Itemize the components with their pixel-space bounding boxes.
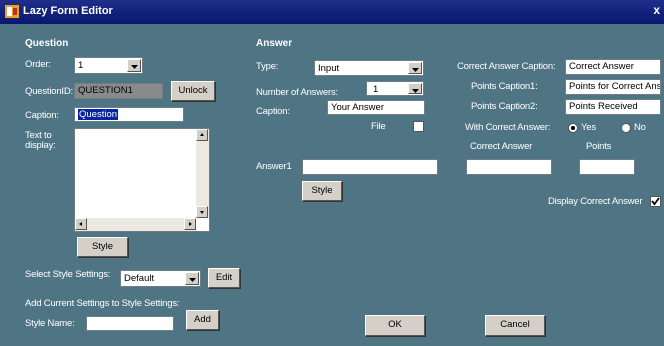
correct-answer-caption-label: Correct Answer Caption:	[457, 61, 556, 72]
file-label: File	[371, 121, 386, 132]
checkmark-icon	[651, 197, 660, 206]
app-icon	[5, 5, 19, 18]
add-style-button[interactable]: Add	[186, 310, 219, 330]
answer1-label: Answer1	[256, 161, 292, 172]
radio-selected-dot	[571, 126, 575, 130]
vertical-scrollbar[interactable]	[196, 129, 209, 218]
scroll-left-icon[interactable]	[75, 218, 87, 230]
cancel-button[interactable]: Cancel	[485, 315, 545, 336]
number-of-answers-value: 1	[373, 84, 379, 95]
answer-caption-input[interactable]: Your Answer	[327, 100, 425, 115]
chevron-down-icon[interactable]	[185, 272, 199, 285]
number-of-answers-select[interactable]: 1	[366, 81, 424, 96]
chevron-down-icon[interactable]	[408, 83, 422, 94]
title-bar: Lazy Form Editor x	[0, 0, 664, 24]
yes-radio-label: Yes	[581, 122, 596, 133]
chevron-down-icon[interactable]	[408, 62, 422, 74]
style-settings-select[interactable]: Default	[120, 270, 201, 287]
question-caption-value: Question	[78, 109, 119, 120]
text-to-display-textarea[interactable]	[74, 128, 210, 232]
points-input[interactable]	[579, 159, 635, 175]
question-caption-label: Caption:	[25, 110, 59, 121]
scroll-right-icon[interactable]	[184, 218, 196, 230]
question-id-label: QuestionID:	[25, 86, 73, 97]
answer-type-value: Input	[318, 63, 340, 74]
points-caption1-label: Points Caption1:	[471, 81, 538, 92]
answer-caption-label: Caption:	[256, 106, 290, 117]
horizontal-scrollbar[interactable]	[75, 218, 196, 231]
with-correct-answer-label: With Correct Answer:	[465, 122, 551, 133]
file-checkbox[interactable]	[413, 121, 424, 132]
add-current-settings-label: Add Current Settings to Style Settings:	[25, 298, 180, 309]
display-correct-answer-checkbox[interactable]	[650, 196, 661, 207]
unlock-button[interactable]: Unlock	[171, 81, 215, 101]
style-name-input[interactable]	[86, 316, 174, 331]
chevron-down-icon[interactable]	[127, 59, 141, 72]
answer-header: Answer	[256, 38, 293, 49]
text-to-display-label-2: display:	[25, 140, 56, 151]
window-title: Lazy Form Editor	[23, 5, 113, 17]
style-name-label: Style Name:	[25, 318, 75, 329]
number-of-answers-label: Number of Answers:	[256, 87, 338, 98]
points-caption2-input[interactable]: Points Received	[565, 99, 661, 115]
display-correct-answer-label: Display Correct Answer	[548, 196, 643, 207]
edit-style-button[interactable]: Edit	[208, 268, 240, 288]
answer-type-label: Type:	[256, 61, 279, 72]
scroll-up-icon[interactable]	[196, 129, 208, 141]
order-value: 1	[78, 60, 84, 71]
correct-answer-input[interactable]	[466, 159, 552, 175]
select-style-label: Select Style Settings:	[25, 269, 111, 280]
no-radio-label: No	[634, 122, 646, 133]
lazy-form-editor-window: Lazy Form Editor x Question Order: 1 Que…	[0, 0, 664, 346]
correct-answer-column-label: Correct Answer	[470, 141, 533, 152]
ok-button[interactable]: OK	[365, 315, 425, 336]
yes-radio[interactable]	[568, 123, 578, 133]
order-select[interactable]: 1	[74, 57, 143, 74]
close-icon[interactable]: x	[653, 3, 660, 17]
answer-type-select[interactable]: Input	[314, 60, 424, 76]
question-id-field: QUESTION1	[74, 83, 163, 99]
answer1-input[interactable]	[302, 159, 438, 175]
points-column-label: Points	[586, 141, 612, 152]
answer-style-button[interactable]: Style	[302, 181, 342, 201]
question-caption-input[interactable]: Question	[74, 107, 184, 122]
correct-answer-caption-input[interactable]: Correct Answer	[565, 59, 661, 75]
points-caption1-input[interactable]: Points for Correct Answer	[565, 79, 661, 95]
points-caption2-label: Points Caption2:	[471, 101, 538, 112]
question-header: Question	[25, 38, 69, 49]
style-settings-value: Default	[124, 273, 155, 284]
no-radio[interactable]	[621, 123, 631, 133]
question-style-button[interactable]: Style	[77, 237, 128, 257]
order-label: Order:	[25, 59, 51, 70]
scroll-down-icon[interactable]	[196, 206, 208, 218]
